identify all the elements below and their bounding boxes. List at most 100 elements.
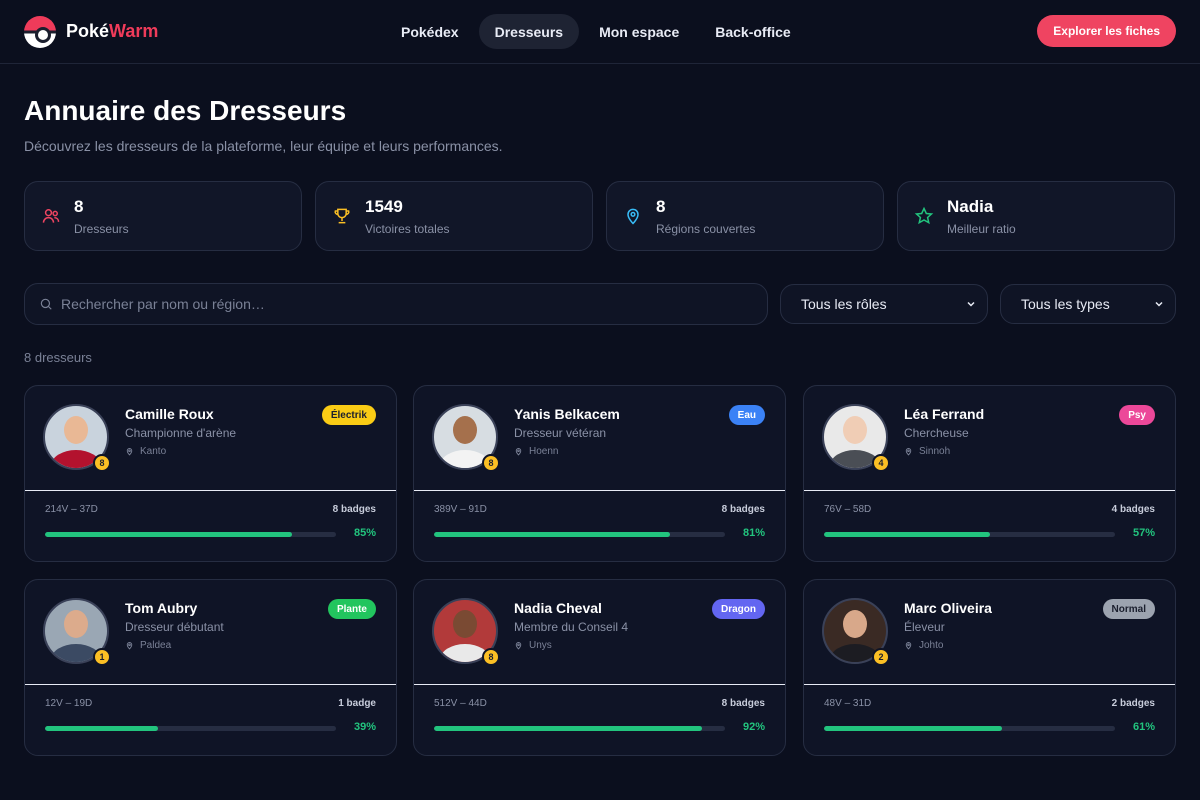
region-label: Kanto [140, 446, 167, 457]
map-pin-icon [126, 448, 133, 456]
trainer-role: Dresseur vétéran [514, 426, 607, 440]
trainer-card[interactable]: 8 Yanis Belkacem Dresseur vétéran Hoenn Eau 3… [413, 385, 786, 562]
trainer-name: Tom Aubry [125, 600, 198, 616]
stat-label: Régions couvertes [656, 221, 756, 236]
chevron-down-icon [967, 301, 975, 307]
level-badge: 8 [482, 648, 500, 666]
stat-label: Meilleur ratio [947, 221, 1016, 236]
ratio-bar [824, 726, 1115, 731]
win-loss-record: 48V – 31D [824, 698, 872, 709]
map-pin-icon [515, 642, 522, 650]
type-select-value: Tous les types [1021, 296, 1110, 312]
stat-card: 8 Régions couvertes [606, 181, 884, 251]
users-icon [42, 209, 60, 223]
role-select-value: Tous les rôles [801, 296, 887, 312]
trainer-role: Championne d'arène [125, 426, 237, 440]
win-loss-record: 76V – 58D [824, 504, 872, 515]
nav-links: Pokédex Dresseurs Mon espace Back-office [385, 14, 807, 49]
nav-link-0[interactable]: Pokédex [385, 14, 475, 49]
level-badge: 8 [482, 454, 500, 472]
win-loss-record: 512V – 44D [434, 698, 487, 709]
trainer-name: Yanis Belkacem [514, 406, 620, 422]
explore-button[interactable]: Explorer les fiches [1037, 15, 1176, 47]
nav-link-3[interactable]: Back-office [699, 14, 806, 49]
nav-link-2[interactable]: Mon espace [583, 14, 695, 49]
search-icon [40, 298, 52, 310]
nav-link-1[interactable]: Dresseurs [478, 14, 580, 49]
badge-count: 1 badge [338, 698, 376, 709]
badge-count: 8 badges [721, 504, 765, 515]
trophy-icon [334, 208, 350, 224]
trainer-region: Paldea [125, 640, 171, 651]
map-pin-icon [905, 448, 912, 456]
stat-label: Dresseurs [74, 221, 129, 236]
ratio-bar [434, 532, 725, 537]
ratio-bar [824, 532, 1115, 537]
stat-card: Nadia Meilleur ratio [897, 181, 1175, 251]
ratio-percent: 85% [353, 527, 376, 539]
ratio-bar [45, 532, 336, 537]
trainer-name: Camille Roux [125, 406, 214, 422]
level-badge: 8 [93, 454, 111, 472]
trainer-card[interactable]: 8 Camille Roux Championne d'arène Kanto Élec… [24, 385, 397, 562]
ratio-percent: 39% [353, 721, 376, 733]
level-badge: 1 [93, 648, 111, 666]
trainer-card[interactable]: 2 Marc Oliveira Éleveur Johto Normal 48V – 31… [803, 579, 1176, 756]
badge-count: 4 badges [1111, 504, 1155, 515]
type-badge: Normal [1102, 599, 1155, 619]
map-pin-icon [126, 642, 133, 650]
type-badge: Électrik [321, 405, 376, 425]
trainer-name: Marc Oliveira [904, 600, 992, 616]
page-subtitle: Découvrez les dresseurs de la plateforme… [24, 138, 503, 154]
badge-count: 8 badges [721, 698, 765, 709]
card-header: 8 Camille Roux Championne d'arène Kanto Élec… [25, 386, 396, 491]
trainer-card[interactable]: 4 Léa Ferrand Chercheuse Sinnoh Psy 76V – 58D… [803, 385, 1176, 562]
trainer-card[interactable]: 8 Nadia Cheval Membre du Conseil 4 Unys Drag… [413, 579, 786, 756]
map-pin-icon [627, 208, 639, 225]
ratio-bar [434, 726, 725, 731]
results-count: 8 dresseurs [24, 350, 92, 365]
logo-part-2: Warm [109, 21, 159, 41]
top-nav: PokéWarm Pokédex Dresseurs Mon espace Back-… [0, 0, 1200, 64]
page-title: Annuaire des Dresseurs [24, 95, 347, 126]
search-box[interactable] [24, 283, 768, 325]
region-label: Johto [919, 640, 944, 651]
card-header: 2 Marc Oliveira Éleveur Johto Normal [804, 580, 1175, 685]
card-header: 8 Yanis Belkacem Dresseur vétéran Hoenn Eau [414, 386, 785, 491]
trainer-role: Dresseur débutant [125, 620, 224, 634]
star-icon [914, 206, 934, 225]
trainer-card[interactable]: 1 Tom Aubry Dresseur débutant Paldea Plante 1… [24, 579, 397, 756]
win-loss-record: 12V – 19D [45, 698, 93, 709]
type-badge: Eau [728, 405, 765, 425]
trainer-role: Membre du Conseil 4 [514, 620, 629, 634]
chevron-down-icon [1155, 301, 1163, 307]
level-badge: 2 [872, 648, 890, 666]
ratio-bar [45, 726, 336, 731]
logo-text: PokéWarm [66, 21, 158, 42]
trainer-region: Johto [904, 640, 943, 651]
role-select[interactable]: Tous les rôles [780, 284, 988, 324]
type-select[interactable]: Tous les types [1000, 284, 1176, 324]
card-header: 1 Tom Aubry Dresseur débutant Paldea Plante [25, 580, 396, 685]
stat-card: 8 Dresseurs [24, 181, 302, 251]
ratio-percent: 81% [742, 527, 765, 539]
type-badge: Plante [327, 599, 376, 619]
win-loss-record: 214V – 37D [45, 504, 98, 515]
map-pin-icon [905, 642, 912, 650]
stat-value: 8 [74, 196, 84, 216]
trainer-region: Hoenn [514, 446, 558, 457]
card-header: 4 Léa Ferrand Chercheuse Sinnoh Psy [804, 386, 1175, 491]
region-label: Paldea [140, 640, 172, 651]
map-pin-icon [515, 448, 522, 456]
region-label: Hoenn [529, 446, 559, 457]
search-input[interactable] [61, 296, 741, 312]
pokeball-icon [24, 15, 56, 48]
stat-value: 8 [656, 196, 666, 216]
stat-value: Nadia [947, 196, 994, 216]
type-badge: Psy [1119, 405, 1155, 425]
trainer-name: Nadia Cheval [514, 600, 602, 616]
region-label: Unys [529, 640, 552, 651]
logo-part-1: Poké [66, 21, 110, 41]
logo[interactable]: PokéWarm [24, 15, 158, 48]
level-badge: 4 [872, 454, 890, 472]
